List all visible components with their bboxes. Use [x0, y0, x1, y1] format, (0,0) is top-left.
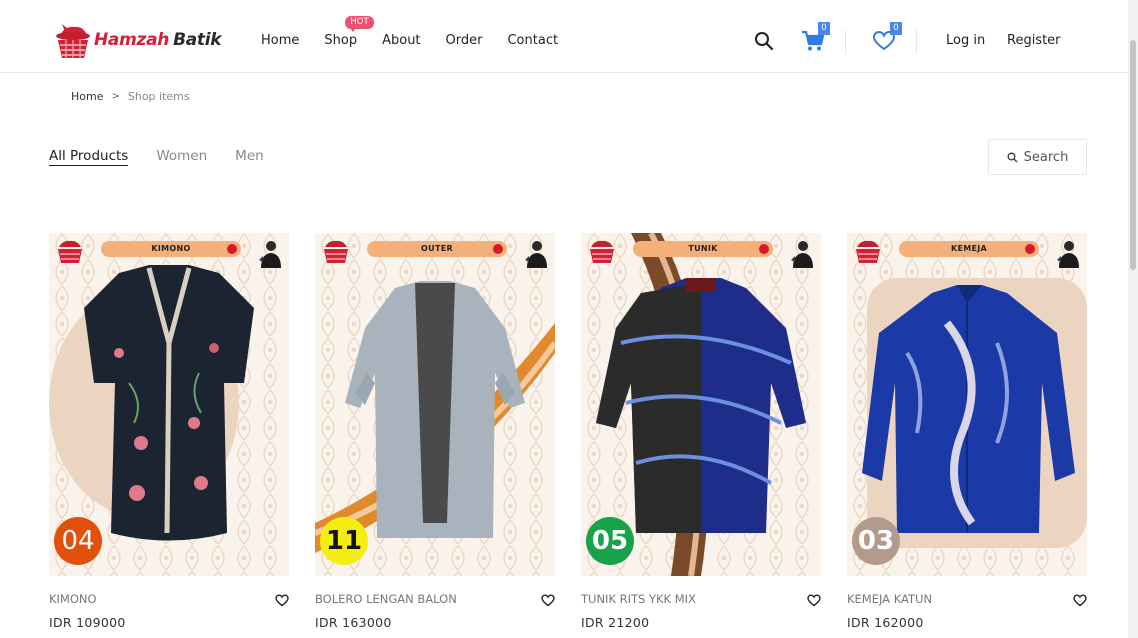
search-icon	[1007, 152, 1018, 163]
breadcrumb-separator-icon: >	[111, 91, 120, 102]
product-image[interactable]: KEMEJA 03	[847, 233, 1087, 576]
scrollbar-thumb[interactable]	[1130, 40, 1136, 270]
banner-search-icon	[759, 244, 769, 254]
category-banner-label: KIMONO	[151, 244, 191, 253]
basket-logo-icon	[590, 240, 614, 263]
product-name[interactable]: BOLERO LENGAN BALON	[315, 592, 457, 606]
product-name[interactable]: KEMEJA KATUN	[847, 592, 932, 606]
basket-logo-icon	[856, 240, 880, 263]
product-card[interactable]: TUNIK 05 TUNIK RITS YKK MIX IDR 21200	[581, 233, 821, 630]
page-scrollbar[interactable]	[1128, 0, 1138, 638]
cart-count-badge: 0	[818, 22, 830, 35]
site-header: Hamzah Batik Home Shop HOT About Order Co…	[0, 0, 1128, 73]
wishlist-heart-icon[interactable]	[807, 594, 821, 607]
person-icon	[791, 241, 813, 268]
hot-badge: HOT	[345, 16, 374, 32]
nav-order[interactable]: Order	[446, 33, 483, 48]
register-link[interactable]: Register	[1007, 33, 1061, 48]
wishlist-heart-icon[interactable]	[1073, 594, 1087, 607]
banner-search-icon	[227, 244, 237, 254]
product-number-badge: 03	[852, 517, 900, 565]
category-filters: All Products Women Men	[49, 148, 292, 166]
product-name[interactable]: TUNIK RITS YKK MIX	[581, 592, 696, 606]
wishlist-heart-icon[interactable]	[541, 594, 555, 607]
search-icon[interactable]	[754, 31, 774, 51]
product-price: IDR 162000	[847, 615, 924, 630]
brand-logo[interactable]: Hamzah Batik	[54, 18, 222, 62]
product-price: IDR 109000	[49, 615, 126, 630]
category-banner-label: TUNIK	[688, 244, 718, 253]
person-icon	[525, 241, 547, 268]
product-image[interactable]: OUTER 11	[315, 233, 555, 576]
basket-logo-icon	[58, 240, 82, 263]
category-banner: TUNIK	[633, 241, 773, 257]
wishlist-heart-icon[interactable]	[275, 594, 289, 607]
product-number-badge: 04	[54, 517, 102, 565]
category-banner: OUTER	[367, 241, 507, 257]
person-icon	[1057, 241, 1079, 268]
product-price: IDR 21200	[581, 615, 650, 630]
category-banner: KEMEJA	[899, 241, 1039, 257]
banner-search-icon	[1025, 244, 1035, 254]
filter-men[interactable]: Men	[235, 148, 264, 166]
category-banner: KIMONO	[101, 241, 241, 257]
filter-all-products[interactable]: All Products	[49, 148, 129, 166]
wishlist-count-badge: 0	[890, 22, 902, 35]
category-banner-label: OUTER	[421, 244, 453, 253]
search-button[interactable]: Search	[988, 139, 1087, 175]
nav-home[interactable]: Home	[261, 33, 299, 48]
nav-shop-label: Shop	[324, 33, 358, 48]
header-divider	[916, 30, 917, 54]
brand-name-part2: Batik	[173, 30, 222, 50]
basket-logo-icon	[324, 240, 348, 263]
search-label: Search	[1023, 149, 1069, 165]
category-banner-label: KEMEJA	[950, 244, 988, 253]
basket-logo-icon	[56, 24, 90, 58]
login-link[interactable]: Log in	[946, 33, 985, 48]
brand-name-part1: Hamzah	[94, 30, 170, 50]
banner-search-icon	[493, 244, 503, 254]
product-card[interactable]: OUTER 11 BOLERO LENGAN BALON IDR 163000	[315, 233, 555, 630]
nav-shop[interactable]: Shop HOT	[324, 16, 374, 48]
product-number-badge: 11	[320, 517, 368, 565]
breadcrumb-home[interactable]: Home	[71, 90, 103, 103]
breadcrumb: Home > Shop items	[71, 90, 190, 103]
product-number-badge: 05	[586, 517, 634, 565]
main-nav: Home Shop HOT About Order Contact	[261, 16, 583, 48]
breadcrumb-current: Shop items	[127, 90, 190, 103]
product-card[interactable]: KIMONO 04 KIMONO IDR 109000	[49, 233, 289, 630]
product-card[interactable]: KEMEJA 03 KEMEJA KATUN IDR 162000	[847, 233, 1087, 630]
filter-women[interactable]: Women	[156, 148, 207, 166]
nav-contact[interactable]: Contact	[507, 33, 558, 48]
nav-about[interactable]: About	[382, 33, 420, 48]
product-image[interactable]: KIMONO 04	[49, 233, 289, 576]
header-divider	[845, 30, 846, 54]
product-image[interactable]: TUNIK 05	[581, 233, 821, 576]
product-name[interactable]: KIMONO	[49, 592, 97, 606]
product-price: IDR 163000	[315, 615, 392, 630]
person-icon	[259, 241, 281, 268]
